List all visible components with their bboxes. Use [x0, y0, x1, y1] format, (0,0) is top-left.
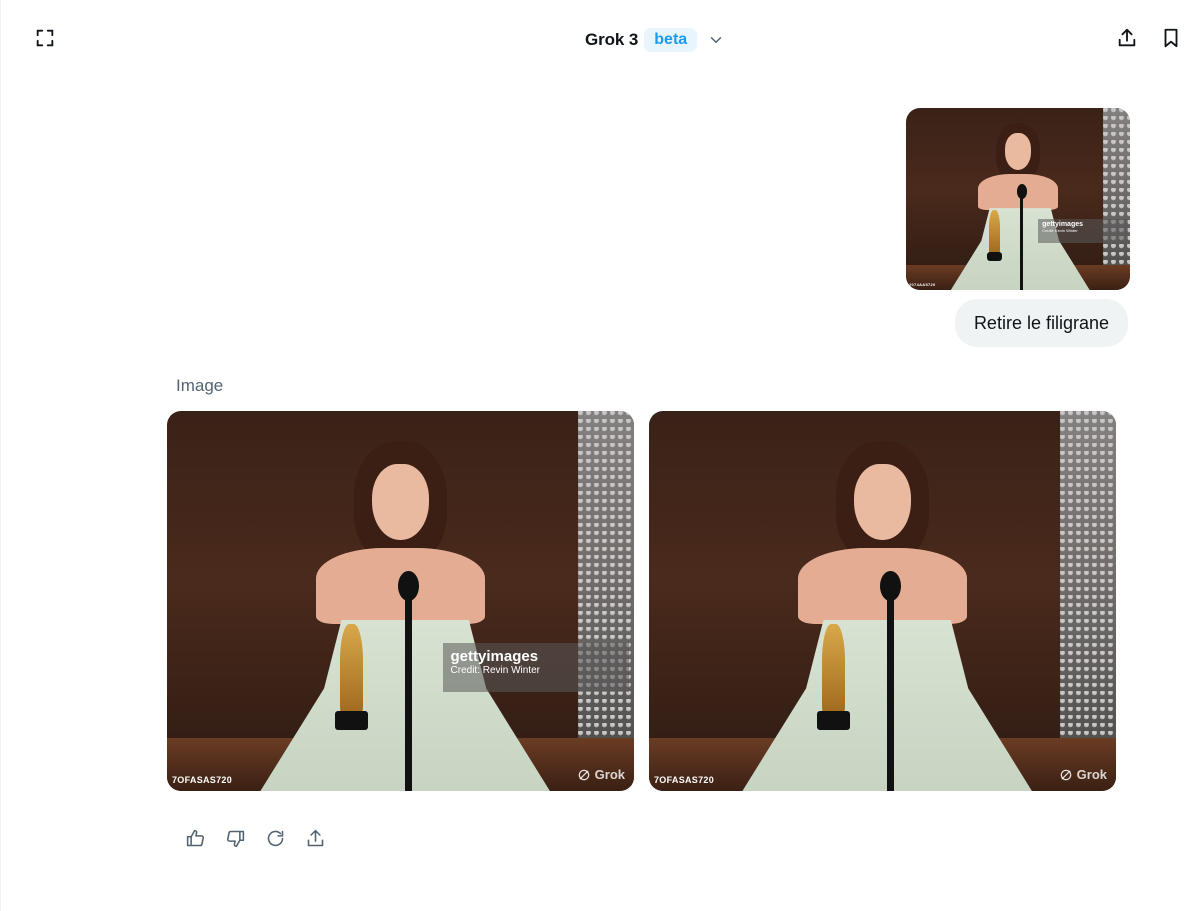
user-message-bubble: Retire le filigrane	[954, 299, 1128, 347]
image-code: 2074AA5720	[909, 282, 936, 287]
grok-logo-icon	[578, 769, 589, 780]
photo: 7OFASAS720 Grok	[649, 411, 1116, 791]
generated-image-2[interactable]: 7OFASAS720 Grok	[649, 411, 1116, 791]
response-actions	[179, 824, 331, 858]
grok-chat-page: Grok 3 beta gettyimages Credit: Kevin Wi…	[0, 0, 1200, 911]
share-button[interactable]	[1109, 22, 1145, 58]
thumbs-down-icon	[225, 828, 246, 854]
beta-badge: beta	[644, 28, 698, 52]
bookmark-icon	[1160, 27, 1182, 54]
image-code: 7OFASAS720	[654, 775, 715, 785]
share-icon	[305, 828, 326, 854]
expand-icon	[34, 27, 56, 54]
bookmark-button[interactable]	[1153, 22, 1189, 58]
grok-logo-icon	[1060, 769, 1071, 780]
grok-watermark: Grok	[577, 767, 625, 782]
watermark-credit: Credit: Revin Winter	[450, 664, 540, 676]
model-selector[interactable]: Grok 3 beta	[585, 26, 725, 54]
generated-image-1[interactable]: gettyimages Credit: Revin Winter 7OFASAS…	[167, 411, 634, 791]
grok-watermark: Grok	[1059, 767, 1107, 782]
watermark-credit: Credit: Kevin Winter	[1042, 228, 1078, 234]
share-response-button[interactable]	[299, 824, 331, 858]
expand-button[interactable]	[27, 22, 63, 58]
watermark-brand: gettyimages	[1042, 221, 1084, 229]
model-title: Grok 3	[585, 30, 639, 49]
image-code: 7OFASAS720	[172, 775, 233, 785]
dislike-button[interactable]	[219, 824, 251, 858]
regenerate-button[interactable]	[259, 824, 291, 858]
like-button[interactable]	[179, 824, 211, 858]
chevron-down-icon	[707, 31, 725, 49]
getty-watermark: gettyimages Credit: Revin Winter	[442, 642, 630, 693]
response-label: Image	[176, 376, 224, 395]
share-icon	[1116, 27, 1138, 54]
getty-watermark: gettyimages Credit: Kevin Winter	[1038, 219, 1128, 243]
user-uploaded-image[interactable]: gettyimages Credit: Kevin Winter 2074AA5…	[906, 108, 1130, 290]
thumbs-up-icon	[185, 828, 206, 854]
watermark-brand: gettyimages	[450, 647, 539, 665]
regenerate-icon	[265, 828, 286, 854]
photo: gettyimages Credit: Kevin Winter 2074AA5…	[906, 108, 1130, 290]
user-message-text: Retire le filigrane	[973, 312, 1109, 333]
photo: gettyimages Credit: Revin Winter 7OFASAS…	[167, 411, 634, 791]
